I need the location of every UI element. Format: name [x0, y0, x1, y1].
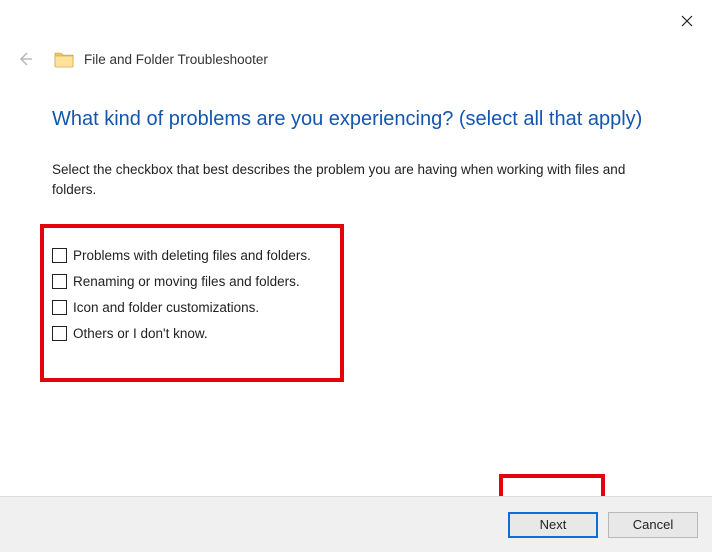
cancel-button[interactable]: Cancel	[608, 512, 698, 538]
option-row[interactable]: Problems with deleting files and folders…	[52, 248, 311, 263]
header: File and Folder Troubleshooter	[16, 50, 696, 68]
option-row[interactable]: Renaming or moving files and folders.	[52, 274, 311, 289]
folder-icon	[54, 50, 74, 68]
option-label: Renaming or moving files and folders.	[73, 274, 300, 289]
close-icon	[681, 15, 693, 27]
page-subtext: Select the checkbox that best describes …	[52, 160, 662, 199]
footer: Next Cancel	[0, 496, 712, 552]
options-list: Problems with deleting files and folders…	[52, 248, 311, 341]
arrow-left-icon	[17, 51, 33, 67]
option-row[interactable]: Icon and folder customizations.	[52, 300, 311, 315]
option-label: Icon and folder customizations.	[73, 300, 259, 315]
checkbox[interactable]	[52, 300, 67, 315]
page-heading: What kind of problems are you experienci…	[52, 108, 672, 131]
option-label: Others or I don't know.	[73, 326, 208, 341]
checkbox[interactable]	[52, 274, 67, 289]
next-button[interactable]: Next	[508, 512, 598, 538]
window-title: File and Folder Troubleshooter	[84, 52, 268, 67]
option-label: Problems with deleting files and folders…	[73, 248, 311, 263]
checkbox[interactable]	[52, 326, 67, 341]
close-button[interactable]	[678, 12, 696, 30]
back-button[interactable]	[16, 50, 34, 68]
option-row[interactable]: Others or I don't know.	[52, 326, 311, 341]
checkbox[interactable]	[52, 248, 67, 263]
